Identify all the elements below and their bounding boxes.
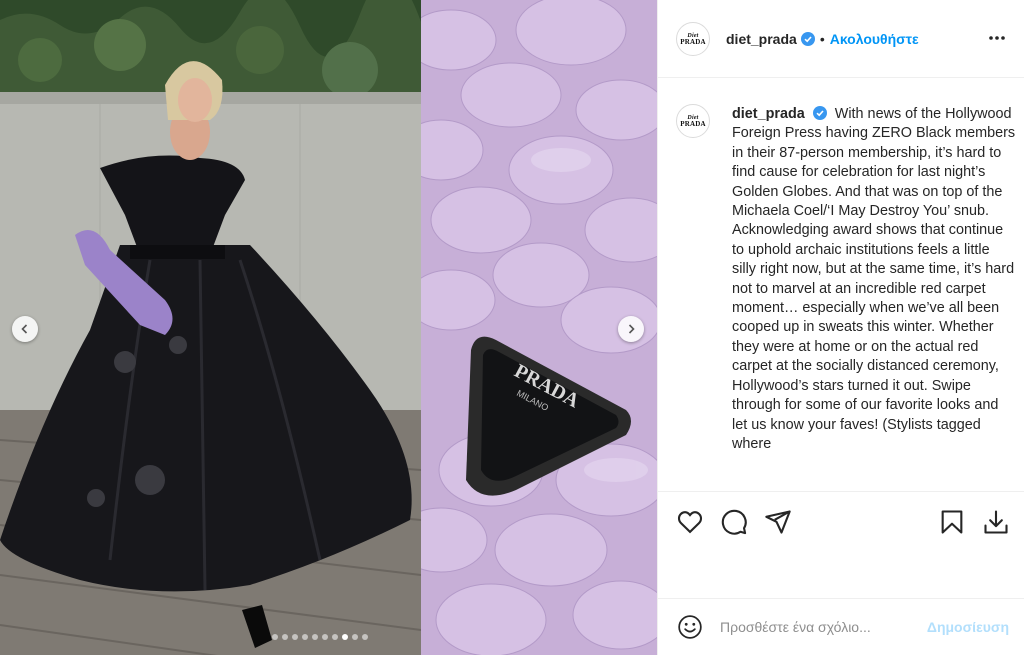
carousel-next-button[interactable] <box>618 316 644 342</box>
photo-gown <box>0 0 421 655</box>
verified-badge-icon <box>800 31 815 46</box>
chevron-left-icon <box>21 324 28 334</box>
chevron-right-icon <box>628 324 635 334</box>
caption-body: With news of the Hollywood Foreign Press… <box>732 106 1016 452</box>
avatar-logo: Diet PRADA <box>680 115 706 128</box>
carousel-dot <box>332 634 338 640</box>
caption-text: diet_prada With news of the Hollywood Fo… <box>732 105 1016 454</box>
header-separator: • <box>819 30 825 47</box>
caption-area[interactable]: Diet PRADA diet_prada With news of the H… <box>658 79 1024 491</box>
share-icon[interactable] <box>764 508 792 536</box>
carousel-dot <box>352 634 358 640</box>
post-header: Diet PRADA diet_prada • Ακολουθήστε <box>658 0 1024 78</box>
carousel-dot <box>302 634 308 640</box>
carousel-dot <box>312 634 318 640</box>
emoji-icon[interactable] <box>677 614 703 640</box>
carousel-dot <box>322 634 328 640</box>
download-icon[interactable] <box>982 508 1010 536</box>
carousel-dot <box>272 634 278 640</box>
carousel-prev-button[interactable] <box>12 316 38 342</box>
post-comment-button[interactable]: Δημοσίευση <box>927 619 1009 635</box>
bookmark-icon[interactable] <box>938 508 966 536</box>
carousel-dot <box>362 634 368 640</box>
comment-icon[interactable] <box>720 508 748 536</box>
avatar[interactable]: Diet PRADA <box>676 21 710 56</box>
avatar-logo: Diet PRADA <box>680 32 706 46</box>
gown-illustration <box>0 0 421 655</box>
carousel-dot <box>282 634 288 640</box>
heart-icon[interactable] <box>676 508 704 536</box>
caption-avatar[interactable]: Diet PRADA <box>676 104 710 138</box>
post-actions-bar <box>658 491 1024 553</box>
carousel-pagination-dots <box>272 634 368 640</box>
post-side-panel: Diet PRADA diet_prada • Ακολουθήστε Diet… <box>657 0 1024 655</box>
verified-badge-icon <box>812 106 827 120</box>
comment-bar: Δημοσίευση <box>658 598 1024 655</box>
header-username[interactable]: diet_prada <box>726 31 797 47</box>
more-options-icon[interactable] <box>987 28 1007 48</box>
comment-input[interactable] <box>720 615 930 639</box>
caption-username[interactable]: diet_prada <box>732 106 805 122</box>
carousel-dot <box>292 634 298 640</box>
carousel-dot <box>342 634 348 640</box>
follow-button[interactable]: Ακολουθήστε <box>830 31 919 47</box>
post-media-carousel[interactable]: PRADA MILANO <box>0 0 657 655</box>
